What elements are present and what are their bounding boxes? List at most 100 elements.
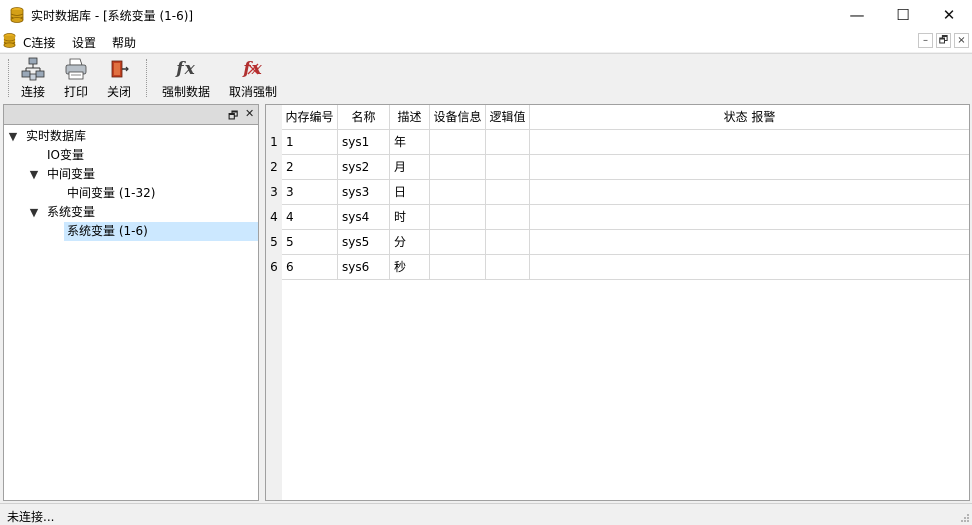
title-bar: 实时数据库 - [系统变量 (1-6)] — ☐ ✕ (0, 0, 972, 30)
tree-item-intermediate-range[interactable]: 中间变量 (1-32) (67, 184, 155, 203)
table-cell[interactable]: sys1 (338, 130, 390, 155)
table-cell[interactable] (430, 230, 486, 255)
table-cell[interactable]: sys4 (338, 205, 390, 230)
tree-item-label: IO变量 (47, 148, 84, 162)
row-number[interactable]: 5 (266, 230, 282, 255)
fx-icon: fx (176, 59, 196, 79)
column-header[interactable]: 设备信息 (430, 105, 486, 130)
mdi-minimize-button[interactable]: – (918, 33, 933, 48)
table-cell[interactable] (430, 255, 486, 280)
cancel-cross-icon (247, 63, 259, 75)
close-icon: ✕ (942, 6, 956, 24)
database-icon (10, 7, 24, 23)
force-data-button[interactable]: fx 强制数据 (160, 56, 212, 100)
column-header[interactable]: 描述 (390, 105, 430, 130)
table-cell[interactable] (486, 180, 530, 205)
window-title: 实时数据库 - [系统变量 (1-6)] (31, 9, 194, 23)
print-button[interactable]: 打印 (62, 56, 90, 100)
column-header[interactable]: 逻辑值 (486, 105, 530, 130)
table-cell[interactable] (430, 130, 486, 155)
print-label: 打印 (63, 85, 88, 99)
tree-item-system-vars[interactable]: 系统变量 (47, 203, 95, 222)
toolbar-grip[interactable] (146, 59, 149, 97)
table-cell[interactable]: sys5 (338, 230, 390, 255)
table-cell[interactable]: 1 (282, 130, 338, 155)
toolbar-grip[interactable] (8, 59, 11, 97)
table-cell[interactable]: sys6 (338, 255, 390, 280)
table-cell[interactable]: sys2 (338, 155, 390, 180)
menu-connect[interactable]: C连接 (23, 34, 55, 51)
float-panel-icon[interactable]: 🗗 (228, 107, 238, 126)
table-cell[interactable] (430, 180, 486, 205)
connect-button[interactable]: 连接 (19, 56, 47, 100)
table-cell[interactable]: 4 (282, 205, 338, 230)
table-cell[interactable]: 2 (282, 155, 338, 180)
table-cell[interactable] (530, 180, 969, 205)
close-panel-icon[interactable]: ✕ (245, 107, 254, 120)
force-data-label: 强制数据 (161, 85, 210, 99)
table-cell[interactable] (530, 255, 969, 280)
column-header[interactable]: 名称 (338, 105, 390, 130)
tree-item-system-range[interactable]: 系统变量 (1-6) (64, 222, 258, 241)
table-cell[interactable] (486, 130, 530, 155)
table-cell[interactable] (430, 155, 486, 180)
table-cell[interactable] (486, 230, 530, 255)
table-cell[interactable]: 时 (390, 205, 430, 230)
maximize-button[interactable]: ☐ (880, 0, 926, 30)
table-cell[interactable]: 秒 (390, 255, 430, 280)
menu-help[interactable]: 帮助 (112, 34, 136, 51)
row-number[interactable]: 2 (266, 155, 282, 180)
chevron-down-icon[interactable]: ▼ (7, 127, 19, 146)
table-cell[interactable]: 6 (282, 255, 338, 280)
resize-grip-icon[interactable] (960, 513, 970, 523)
table-cell[interactable]: 年 (390, 130, 430, 155)
maximize-icon: ☐ (896, 6, 910, 24)
chevron-down-icon[interactable]: ▼ (28, 203, 40, 222)
table-cell[interactable] (430, 205, 486, 230)
network-icon (21, 57, 45, 81)
status-bar: 未连接... (0, 503, 972, 525)
mdi-restore-button[interactable]: 🗗 (936, 33, 951, 48)
row-number[interactable]: 6 (266, 255, 282, 280)
table-cell[interactable] (530, 230, 969, 255)
table-cell[interactable] (530, 155, 969, 180)
table-cell[interactable]: 日 (390, 180, 430, 205)
tree-item-intermediate-vars[interactable]: 中间变量 (47, 165, 95, 184)
restore-icon: 🗗 (938, 35, 949, 46)
tree-panel-header: 🗗 ✕ (4, 105, 258, 125)
column-header[interactable]: 状态 报警 (530, 105, 969, 130)
row-number[interactable]: 1 (266, 130, 282, 155)
data-grid: 内存编号 名称 描述 设备信息 逻辑值 状态 报警 1 1 sys1 年 2 2 sys2 月… (265, 104, 970, 501)
column-header[interactable]: 内存编号 (282, 105, 338, 130)
table-cell[interactable] (486, 155, 530, 180)
table-cell[interactable]: sys3 (338, 180, 390, 205)
close-label: 关闭 (106, 85, 131, 99)
exit-door-icon (111, 60, 129, 78)
table-cell[interactable] (486, 205, 530, 230)
minimize-button[interactable]: — (834, 0, 880, 30)
table-cell[interactable]: 分 (390, 230, 430, 255)
table-cell[interactable] (530, 130, 969, 155)
menu-settings[interactable]: 设置 (72, 34, 96, 51)
table-cell[interactable]: 3 (282, 180, 338, 205)
tree-item-realtime-db[interactable]: 实时数据库 (26, 127, 86, 146)
tree-item-io-vars[interactable]: IO变量 (47, 146, 84, 165)
tree-item-label: 实时数据库 (26, 129, 87, 143)
close-button[interactable]: ✕ (926, 0, 972, 30)
table-cell[interactable]: 月 (390, 155, 430, 180)
row-number[interactable]: 3 (266, 180, 282, 205)
toolbar: 连接 打印 关闭 fx 强制数据 取消强制 (0, 53, 972, 101)
tree-item-label: 中间变量 (1-32) (67, 186, 156, 200)
close-toolbar-button[interactable]: 关闭 (105, 56, 133, 100)
table-cell[interactable] (486, 255, 530, 280)
cancel-force-label: 取消强制 (228, 85, 277, 99)
minimize-icon: — (849, 6, 865, 24)
menu-bar: C连接 设置 帮助 – 🗗 × (0, 30, 972, 52)
table-cell[interactable]: 5 (282, 230, 338, 255)
cancel-force-button[interactable]: fx 取消强制 (227, 56, 279, 100)
mdi-close-button[interactable]: × (954, 33, 969, 48)
database-icon[interactable] (3, 33, 16, 48)
table-cell[interactable] (530, 205, 969, 230)
row-number[interactable]: 4 (266, 205, 282, 230)
chevron-down-icon[interactable]: ▼ (28, 165, 40, 184)
